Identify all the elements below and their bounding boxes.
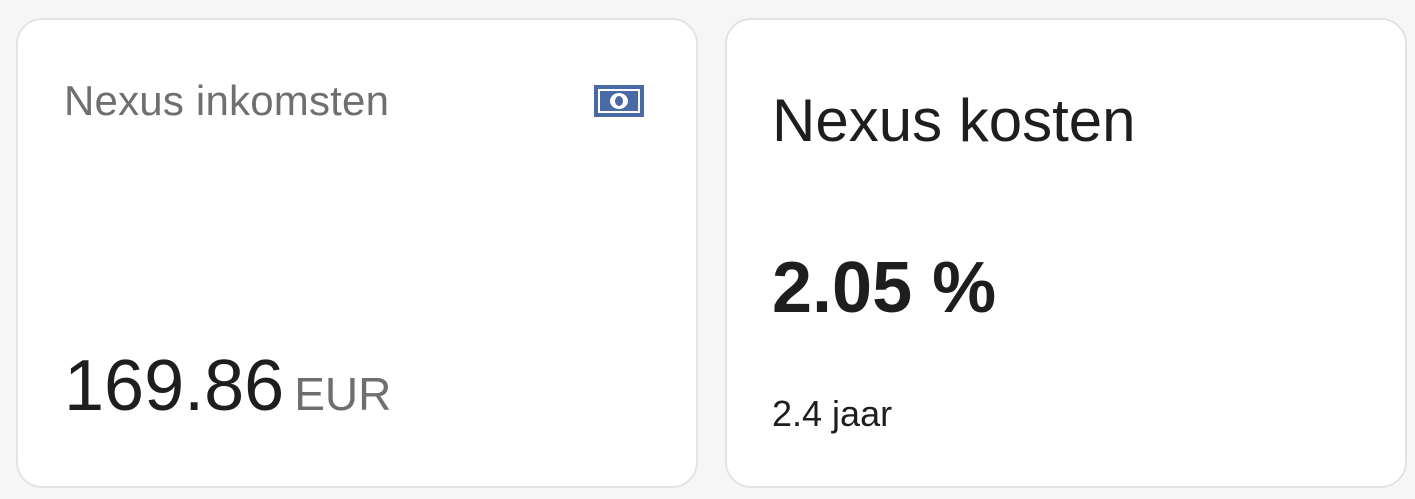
income-unit: EUR xyxy=(294,368,392,420)
income-card[interactable]: Nexus inkomsten 169.86 EUR xyxy=(16,18,698,488)
cost-percentage: 2.05 % xyxy=(772,248,997,328)
cost-card[interactable]: Nexus kosten 2.05 % 2.4 jaar xyxy=(725,18,1407,488)
income-card-title: Nexus inkomsten xyxy=(64,77,390,124)
income-value: 169.86 EUR xyxy=(64,346,391,446)
cost-duration: 2.4 jaar xyxy=(772,393,893,434)
income-amount: 169.86 xyxy=(64,346,285,426)
cash-icon xyxy=(593,84,645,118)
cost-card-title: Nexus kosten xyxy=(772,87,1136,154)
